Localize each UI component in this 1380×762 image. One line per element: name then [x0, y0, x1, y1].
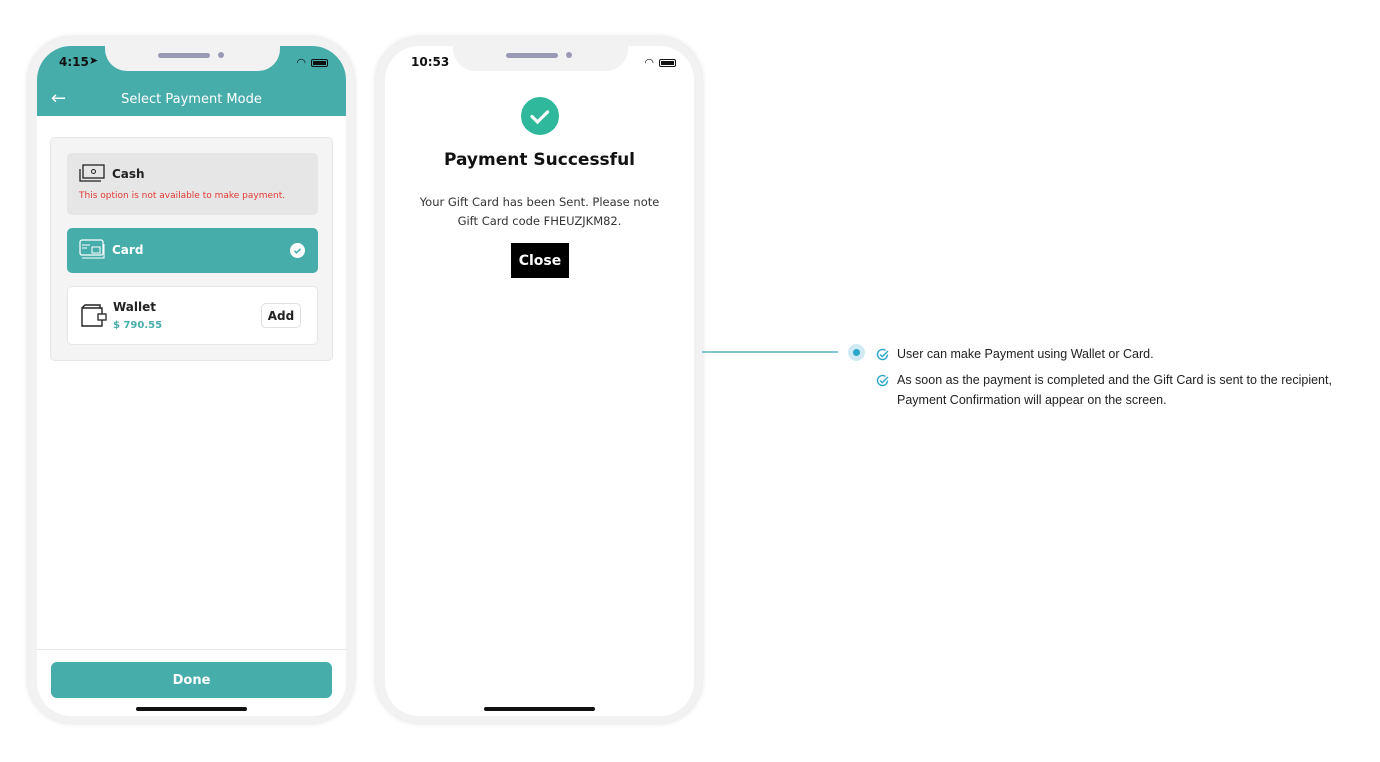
option-name: Cash	[112, 167, 145, 181]
option-card[interactable]: Card	[67, 228, 318, 273]
add-money-button[interactable]: Add	[261, 303, 301, 328]
note-text: User can make Payment using Wallet or Ca…	[897, 347, 1154, 361]
connector-dot	[848, 344, 865, 361]
home-indicator	[136, 707, 247, 711]
connector-line	[702, 351, 838, 353]
message-line: Gift Card code FHEUZJKM82.	[457, 214, 622, 228]
wallet-icon	[81, 304, 107, 327]
battery-icon	[659, 58, 676, 67]
divider	[37, 649, 346, 650]
wifi-icon: ◠	[644, 56, 654, 69]
phone-select-payment: 4:15 ➤ ◠ ← Select Payment Mode Cash This…	[28, 37, 354, 723]
unavailable-note: This option is not available to make pay…	[79, 191, 286, 201]
note-item: User can make Payment using Wallet or Ca…	[876, 344, 1346, 364]
success-message: Your Gift Card has been Sent. Please not…	[385, 193, 694, 231]
done-button[interactable]: Done	[51, 662, 332, 698]
home-indicator	[484, 707, 595, 711]
success-title: Payment Successful	[443, 150, 636, 170]
screen: 4:15 ➤ ◠ ← Select Payment Mode Cash This…	[37, 46, 346, 716]
wifi-icon: ◠	[296, 56, 306, 69]
success-check-icon	[521, 97, 559, 135]
option-name: Wallet	[113, 300, 157, 314]
status-icons: ◠	[644, 56, 676, 69]
payment-options: Cash This option is not available to mak…	[50, 137, 333, 361]
note-item: As soon as the payment is completed and …	[876, 370, 1346, 410]
option-name: Card	[112, 243, 144, 257]
phone-payment-success: 10:53 ◠ Payment Successful Your Gift Car…	[376, 37, 702, 723]
cash-icon	[79, 164, 105, 182]
selected-check-icon	[290, 243, 305, 258]
note-text: As soon as the payment is completed and …	[897, 373, 1332, 407]
message-line: Your Gift Card has been Sent. Please not…	[419, 195, 660, 209]
option-cash: Cash This option is not available to mak…	[67, 153, 318, 215]
option-wallet[interactable]: Wallet $ 790.55 Add	[67, 286, 318, 345]
location-icon: ➤	[89, 54, 99, 67]
notch	[453, 46, 628, 71]
notch	[105, 46, 280, 71]
card-icon	[79, 239, 105, 259]
status-time: 4:15	[59, 55, 89, 69]
page-title: Select Payment Mode	[121, 92, 262, 107]
status-icons: ◠	[296, 56, 328, 69]
close-button[interactable]: Close	[511, 243, 569, 278]
status-time: 10:53	[411, 55, 450, 69]
battery-icon	[311, 58, 328, 67]
wallet-balance: $ 790.55	[113, 320, 163, 331]
check-circle-icon	[876, 348, 889, 361]
check-circle-icon	[876, 374, 889, 387]
screen: 10:53 ◠ Payment Successful Your Gift Car…	[385, 46, 694, 716]
